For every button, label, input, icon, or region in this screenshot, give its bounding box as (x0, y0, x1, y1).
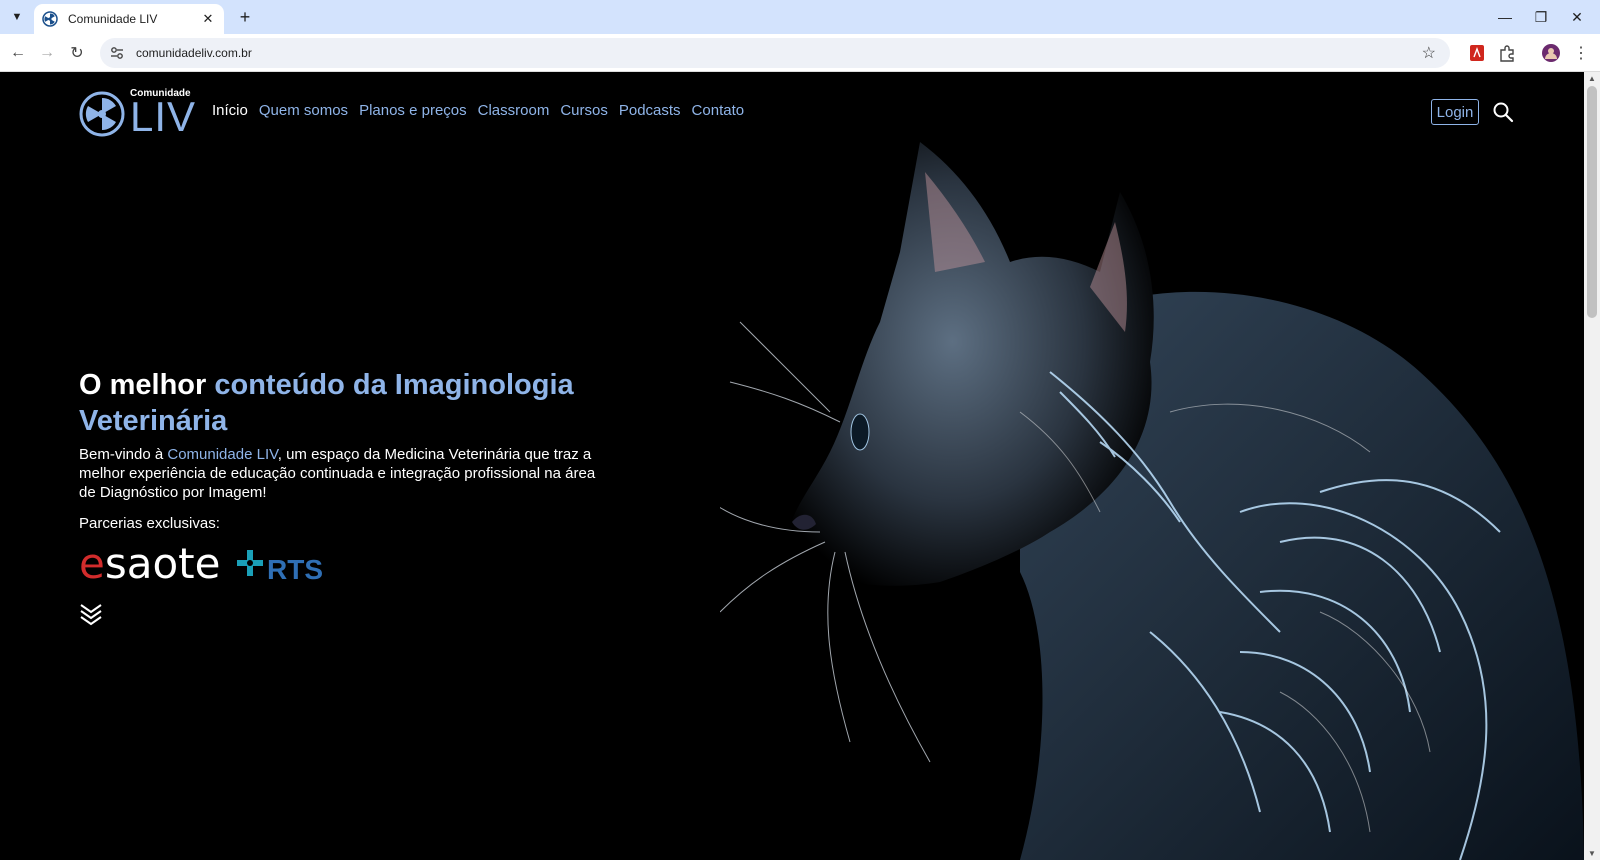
forward-arrow-icon[interactable]: → (34, 40, 60, 66)
rts-logo[interactable]: RTS (235, 544, 323, 584)
tab-strip: ▼ Comunidade LIV ✕ + — ❐ ✕ (0, 0, 1600, 34)
logo-big-text: LIV (130, 93, 197, 140)
browser-menu-icon[interactable]: ⋮ (1570, 42, 1592, 64)
window-close-icon[interactable]: ✕ (1562, 6, 1592, 28)
rts-cross-icon (237, 550, 263, 576)
hero-headline: O melhor conteúdo da Imaginologia Veteri… (79, 367, 639, 439)
login-button[interactable]: Login (1431, 99, 1479, 125)
tab-search-chevron-icon[interactable]: ▼ (6, 6, 28, 28)
browser-toolbar: ← → ↻ comunidadeliv.com.br ☆ ⋮ (0, 34, 1600, 72)
scroll-down-arrow-icon[interactable]: ▼ (1588, 849, 1596, 858)
nav-item-contato[interactable]: Contato (692, 102, 745, 119)
partners-label: Parcerias exclusivas: (79, 515, 220, 532)
browser-tab[interactable]: Comunidade LIV ✕ (34, 4, 224, 34)
liv-favicon-icon (42, 11, 58, 27)
intro-before: Bem-vindo à (79, 446, 168, 463)
back-arrow-icon[interactable]: ← (5, 40, 31, 66)
xray-cat-illustration (720, 142, 1584, 860)
profile-avatar-icon[interactable] (1540, 42, 1562, 64)
scroll-thumb[interactable] (1587, 86, 1597, 318)
nav-item-podcasts[interactable]: Podcasts (619, 102, 681, 119)
restore-icon[interactable]: ❐ (1526, 6, 1556, 28)
search-icon[interactable] (1492, 101, 1514, 123)
hero-intro: Bem-vindo à Comunidade LIV, um espaço da… (79, 445, 599, 502)
tab-title: Comunidade LIV (68, 12, 158, 26)
page-scrollbar[interactable]: ▲ ▼ (1584, 72, 1600, 860)
page-viewport: Comunidade LIV Início Quem somos Planos … (0, 72, 1584, 860)
esaote-logo-rest: saote (104, 539, 221, 588)
headline-plain: O melhor (79, 369, 215, 401)
url-text: comunidadeliv.com.br (136, 46, 252, 60)
rts-logo-text: RTS (267, 554, 323, 585)
nav-item-classroom[interactable]: Classroom (478, 102, 550, 119)
liv-logo-icon (79, 91, 125, 137)
new-tab-icon[interactable]: + (234, 6, 256, 28)
esaote-logo-e: e (79, 539, 105, 588)
nav-item-cursos[interactable]: Cursos (560, 102, 608, 119)
site-logo[interactable]: Comunidade LIV (79, 88, 199, 138)
nav-item-quem-somos[interactable]: Quem somos (259, 102, 348, 119)
main-nav: Início Quem somos Planos e preços Classr… (212, 102, 744, 119)
tab-close-icon[interactable]: ✕ (200, 11, 216, 27)
reload-icon[interactable]: ↻ (64, 40, 90, 66)
extensions-puzzle-icon[interactable] (1496, 42, 1518, 64)
nav-item-inicio[interactable]: Início (212, 102, 248, 119)
esaote-logo[interactable]: e saote (79, 539, 221, 588)
site-info-icon[interactable] (108, 44, 126, 62)
intro-accent-link[interactable]: Comunidade LIV (167, 446, 277, 463)
scroll-up-arrow-icon[interactable]: ▲ (1588, 74, 1596, 83)
nav-item-planos-e-precos[interactable]: Planos e preços (359, 102, 467, 119)
minimize-icon[interactable]: — (1490, 6, 1520, 28)
address-bar[interactable]: comunidadeliv.com.br ☆ (100, 38, 1450, 68)
bookmark-star-icon[interactable]: ☆ (1422, 43, 1436, 63)
pdf-extension-icon[interactable] (1466, 42, 1488, 64)
scroll-down-chevrons-icon[interactable] (79, 602, 103, 626)
